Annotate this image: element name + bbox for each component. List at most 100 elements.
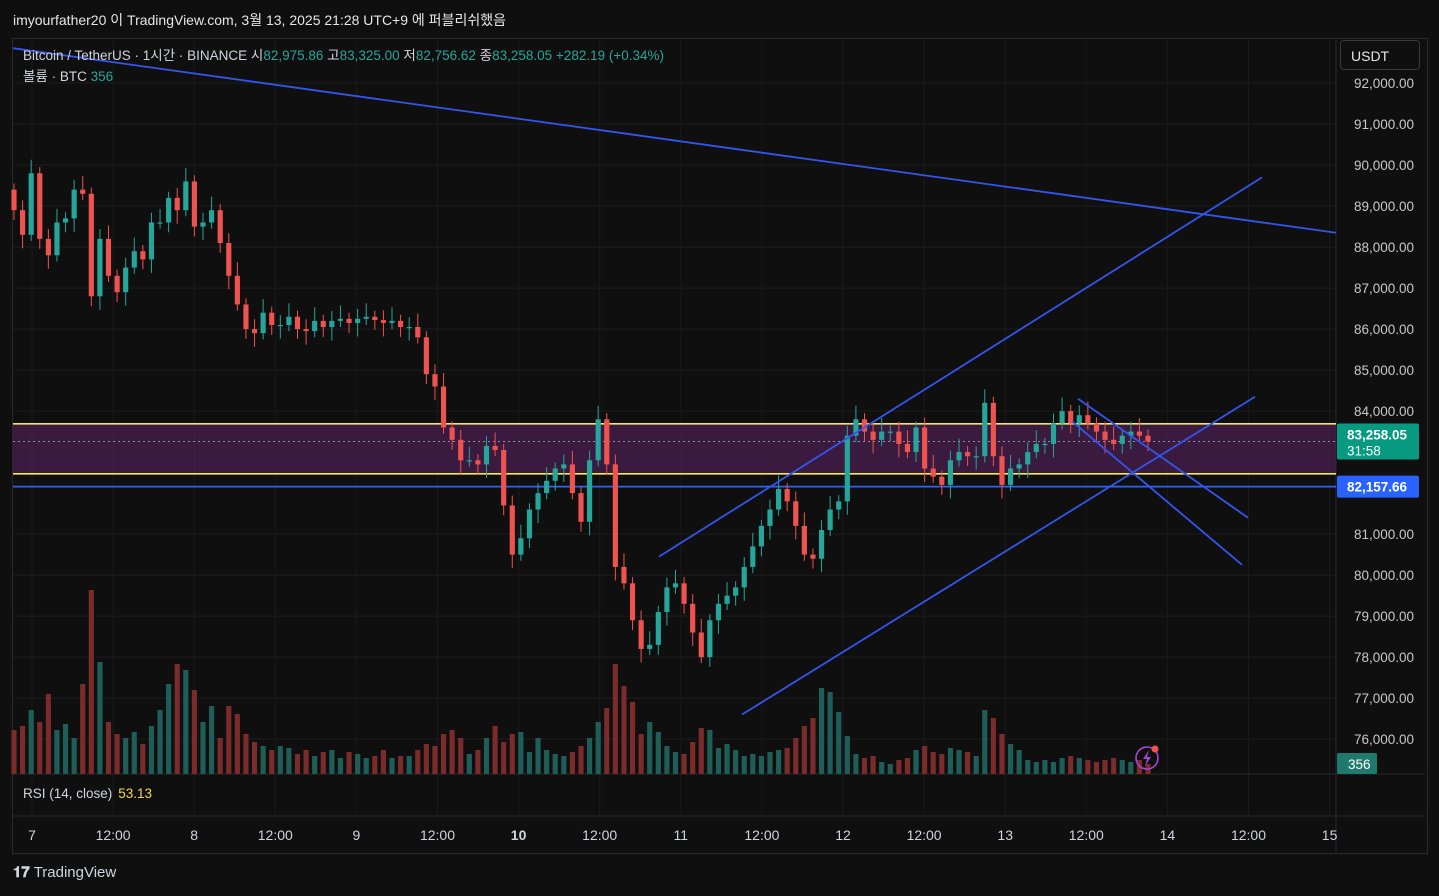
candle-body <box>1050 423 1057 444</box>
volume-bar <box>449 730 455 774</box>
candle-body <box>733 587 739 596</box>
time-tick-label: 12 <box>835 827 851 843</box>
price-chart[interactable]: 92,000.00 91,000.00 90,000.00 89,000.00 88,0… <box>0 0 1439 896</box>
footer-brand[interactable]: 𝟏𝟕 TradingView <box>13 864 116 881</box>
volume-row: 볼륨 · BTC 356 <box>23 66 664 87</box>
volume-bar <box>690 742 696 774</box>
volume-bar <box>251 742 258 774</box>
volume-bar <box>1102 760 1108 774</box>
candle-body <box>37 173 43 239</box>
candle-body <box>337 318 344 321</box>
price-tick-label: 86,000.00 <box>1354 322 1414 337</box>
candle-body <box>269 312 275 325</box>
candle-body <box>329 320 335 328</box>
time-tick-label: 12:00 <box>582 827 617 843</box>
time-tick-label: 11 <box>674 827 689 843</box>
candle-body <box>698 632 704 658</box>
volume-bar <box>509 734 515 774</box>
currency-button[interactable]: USDT <box>1340 40 1420 70</box>
candle-body <box>105 238 112 276</box>
volume-bar <box>707 730 713 774</box>
volume-bar <box>217 738 223 774</box>
volume-bar <box>191 690 197 774</box>
volume-bar <box>166 684 172 774</box>
candle-body <box>1111 439 1117 444</box>
low-label: 저 <box>403 48 416 63</box>
candle-body <box>1076 415 1082 424</box>
volume-bar <box>355 754 361 774</box>
candle-body <box>355 318 361 323</box>
last-price-label: 83,258.05 <box>1347 428 1408 443</box>
brand-name: TradingView <box>33 864 117 881</box>
volume-bar <box>1085 760 1091 774</box>
candle-body <box>1093 423 1100 432</box>
time-tick-label: 14 <box>1160 827 1176 843</box>
candle-body <box>492 445 498 451</box>
time-tick-label: 12:00 <box>258 827 293 843</box>
candle-body <box>587 460 593 522</box>
volume-bar <box>887 764 893 774</box>
volume-bar <box>131 732 137 774</box>
volume-bar <box>11 730 17 774</box>
open-label: 시 <box>250 48 264 63</box>
candle-body <box>294 316 301 330</box>
candle-body <box>578 493 584 522</box>
volume-bar <box>587 738 593 774</box>
volume-bar <box>243 734 249 774</box>
candle-body <box>715 603 722 621</box>
volume-bar <box>380 750 386 774</box>
volume-bar <box>62 724 69 774</box>
candle-body <box>758 525 764 547</box>
candle-body <box>209 210 215 223</box>
candle-body <box>818 530 825 559</box>
volume-bar <box>346 752 352 774</box>
candle-body <box>741 566 747 588</box>
price-tick-label: 89,000.00 <box>1354 199 1414 214</box>
candle-body <box>784 489 790 502</box>
candle-body <box>406 327 412 329</box>
time-tick-label: 10 <box>511 827 527 843</box>
volume-bar <box>904 758 911 774</box>
volume-bar <box>337 758 344 774</box>
volume-bar <box>54 730 60 774</box>
volume-bar <box>1016 750 1022 774</box>
volume-bar <box>406 756 412 774</box>
price-tick-label: 78,000.00 <box>1354 650 1414 665</box>
volume-bar <box>990 718 996 774</box>
candle-body <box>97 238 103 297</box>
volume-bar <box>621 686 627 774</box>
candle-body <box>999 456 1005 485</box>
candle-body <box>440 386 447 428</box>
volume-bar <box>827 692 833 774</box>
volume-bar <box>1042 760 1048 774</box>
volume-bar <box>1128 762 1134 774</box>
candle-body <box>380 320 386 323</box>
time-tick-label: 12:00 <box>907 827 942 843</box>
volume-bar <box>1093 762 1100 774</box>
volume-bar <box>80 684 86 774</box>
candle-body <box>123 267 129 293</box>
candle-body <box>320 320 326 328</box>
volume-bar <box>1025 760 1031 774</box>
candle-body <box>449 427 455 440</box>
candle-body <box>1042 443 1048 446</box>
candle-body <box>956 452 962 461</box>
volume-label[interactable]: 볼륨 · BTC <box>23 69 87 84</box>
candle-body <box>930 468 936 477</box>
price-tick-label: 80,000.00 <box>1354 568 1414 583</box>
volume-bar <box>363 758 369 774</box>
symbol-label[interactable]: Bitcoin / TetherUS · 1시간 · BINANCE <box>23 48 247 63</box>
time-tick-label: 12:00 <box>1069 827 1104 843</box>
candle-body <box>20 210 26 235</box>
candle-body <box>1007 468 1014 485</box>
candle-body <box>277 324 283 327</box>
rsi-legend[interactable]: RSI (14, close) 53.13 <box>23 786 152 801</box>
time-tick-label: 15 <box>1322 827 1338 843</box>
candle-body <box>629 583 636 621</box>
candle-body <box>836 501 842 510</box>
price-tick-label: 90,000.00 <box>1354 158 1414 173</box>
price-tick-label: 84,000.00 <box>1354 404 1414 419</box>
volume-value: 356 <box>90 69 114 84</box>
candle-body <box>595 419 601 461</box>
volume-bar <box>655 732 661 774</box>
